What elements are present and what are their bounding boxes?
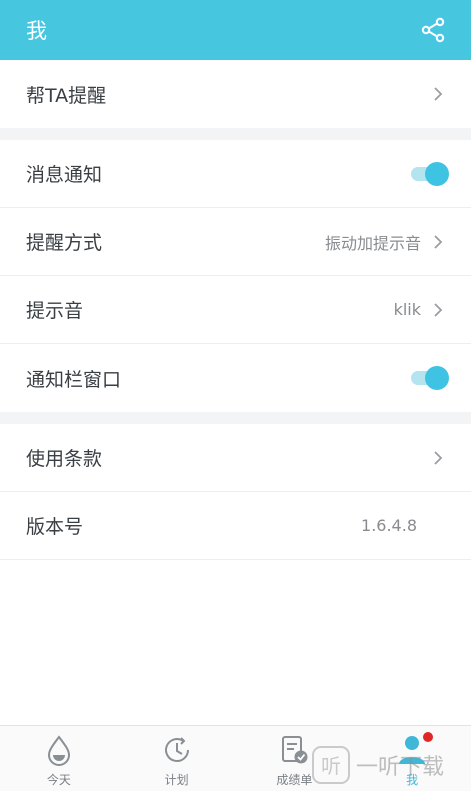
row-label: 通知栏窗口 <box>26 368 122 391</box>
version-value: 1.6.4.8 <box>361 516 417 535</box>
tab-label: 计划 <box>164 773 189 787</box>
toggle-knob <box>425 366 449 390</box>
notification-bar-row: 通知栏窗口 <box>0 344 471 412</box>
row-label: 帮TA提醒 <box>26 84 107 107</box>
sound-row[interactable]: 提示音 klik <box>0 276 471 344</box>
clock-icon <box>160 733 194 767</box>
section-divider <box>0 128 471 140</box>
row-label: 使用条款 <box>26 448 103 470</box>
watermark-logo-icon: 听 <box>312 746 350 784</box>
toggle-knob <box>425 161 449 186</box>
row-label: 提示音 <box>26 300 84 322</box>
row-label: 提醒方式 <box>26 232 103 254</box>
row-label: 版本号 <box>26 516 84 538</box>
row-label: 消息通知 <box>26 164 103 186</box>
remind-method-row[interactable]: 提醒方式 振动加提示音 <box>0 208 471 276</box>
chevron-right-icon <box>431 300 445 320</box>
svg-text:听: 听 <box>321 754 341 778</box>
remind-ta-row[interactable]: 帮TA提醒 <box>0 60 471 128</box>
report-icon <box>277 733 311 767</box>
row-value: 振动加提示音 <box>324 233 421 253</box>
terms-row[interactable]: 使用条款 <box>0 424 471 492</box>
watermark: 听 一听下载 <box>312 746 444 784</box>
chevron-right-icon <box>431 448 445 468</box>
notifications-row: 消息通知 <box>0 140 471 208</box>
water-drop-icon <box>42 733 76 767</box>
notifications-toggle[interactable] <box>411 161 449 186</box>
notification-badge <box>423 732 434 742</box>
version-row: 版本号 1.6.4.8 <box>0 492 471 560</box>
tab-today[interactable]: 今天 <box>0 726 118 791</box>
watermark-text: 一听下载 <box>356 755 445 780</box>
row-value: klik <box>393 300 421 319</box>
share-icon[interactable] <box>419 16 447 44</box>
app-header: 我 <box>0 0 471 60</box>
section-divider <box>0 412 471 424</box>
tab-plan[interactable]: 计划 <box>118 726 236 791</box>
page-title: 我 <box>26 19 47 43</box>
chevron-right-icon <box>431 84 445 104</box>
tab-label: 今天 <box>46 773 71 787</box>
tab-label: 成绩单 <box>276 773 313 787</box>
notification-bar-toggle[interactable] <box>411 366 449 390</box>
chevron-right-icon <box>431 232 445 252</box>
settings-list: 帮TA提醒 消息通知 提醒方式 振动加提示音 提示音 klik 通知栏窗口 使用… <box>0 60 471 725</box>
